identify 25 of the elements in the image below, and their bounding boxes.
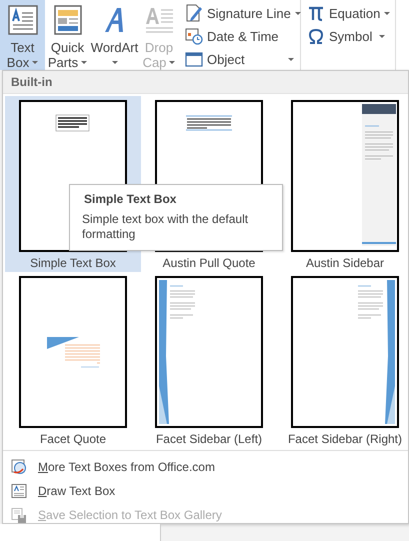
ribbon-button[interactable]: Equation [307,3,395,23]
ribbon-button[interactable]: Text Box [0,0,45,70]
ribbon-icon [307,27,325,45]
ribbon-icon [307,4,325,22]
menu-item-icon [11,459,27,475]
menu-item[interactable]: Draw Text Box [3,479,408,503]
gallery-item[interactable]: Austin Sidebar [277,96,409,272]
ribbon-icon [6,4,38,36]
ribbon-button[interactable]: Date & Time [185,26,300,46]
ribbon-button[interactable]: Object [185,49,300,69]
gallery-item[interactable]: Facet Sidebar (Right) [277,272,409,448]
tooltip-text: Simple text box with the default formatting [82,212,250,242]
gallery-item[interactable]: Facet Quote [5,272,141,448]
menu-item[interactable]: More Text Boxes from Office.com [3,455,408,479]
ribbon-button[interactable]: Symbol [307,26,395,46]
gallery-item[interactable]: Facet Sidebar (Left) [141,272,277,448]
ribbon-icon [185,27,203,45]
ribbon-button[interactable]: WordArt [90,0,139,70]
menu-item-icon [11,483,27,499]
ribbon-button[interactable]: Quick Parts [45,0,90,70]
tooltip-title: Simple Text Box [84,192,178,206]
section-header: Built-in [3,71,408,94]
ribbon-icon [52,4,84,36]
ribbon-icon [185,4,203,22]
ribbon-button[interactable]: Signature Line [185,3,300,23]
